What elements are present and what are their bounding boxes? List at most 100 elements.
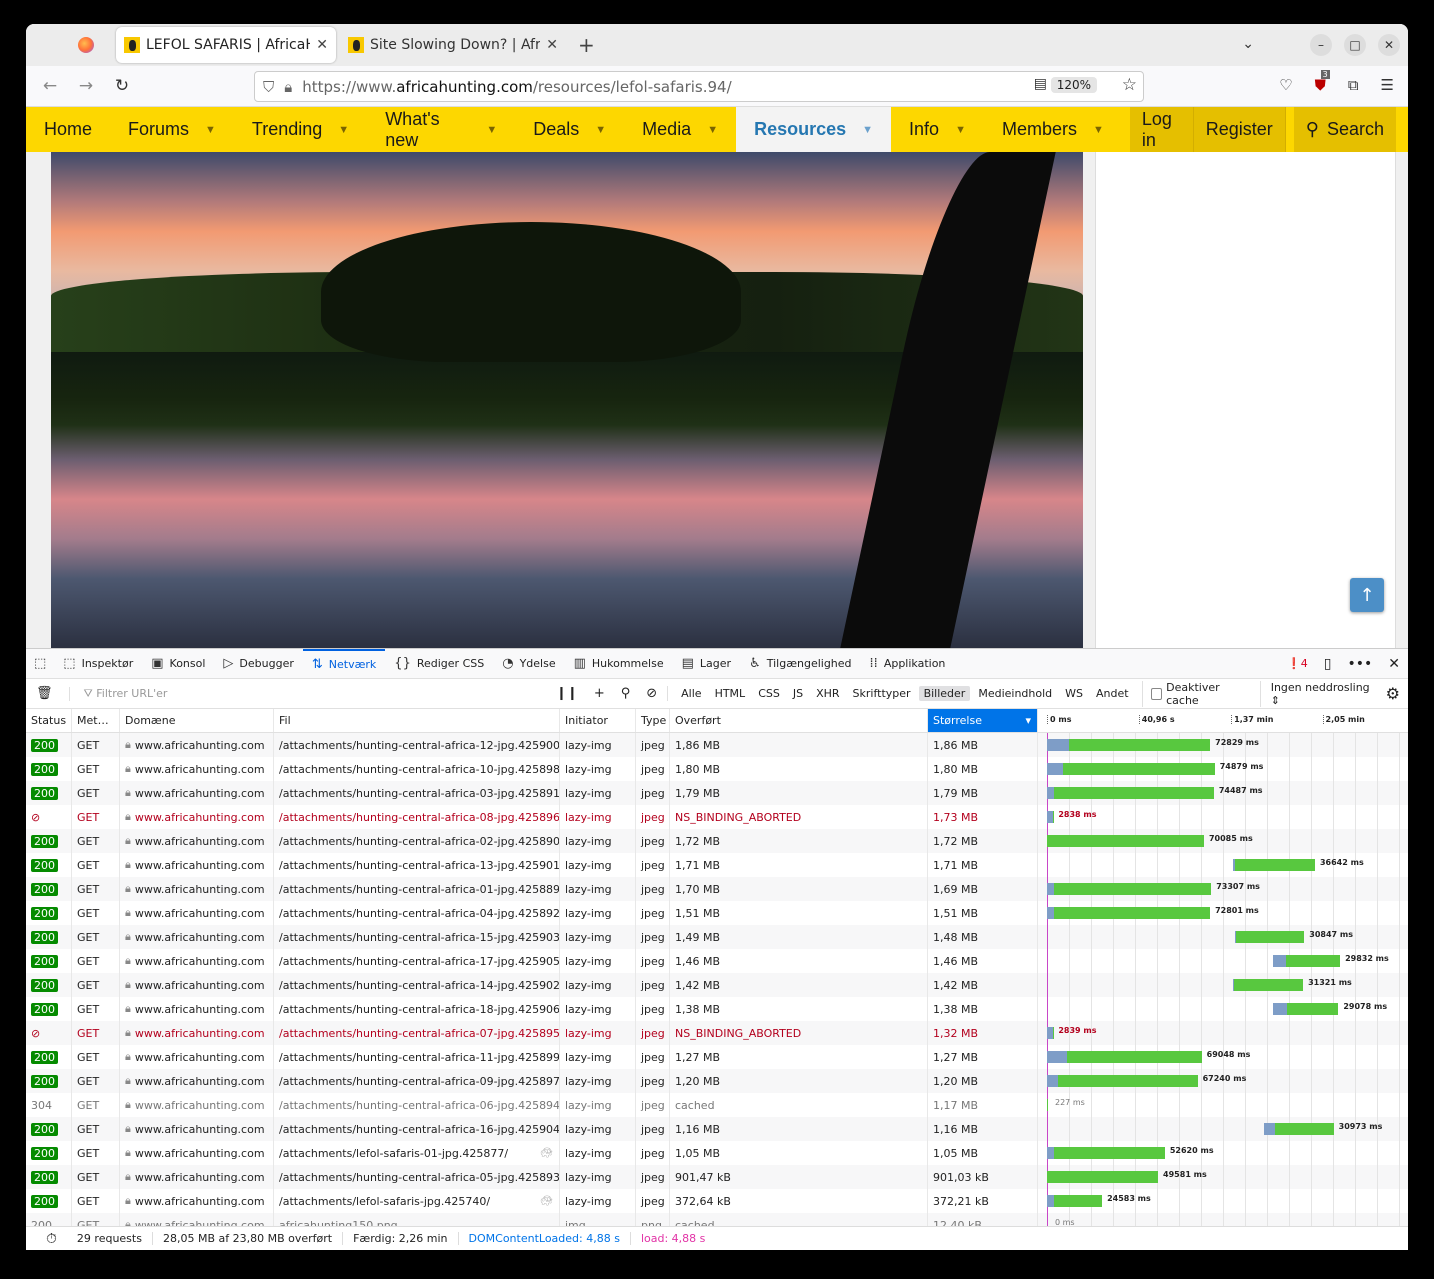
- column-header-3[interactable]: Fil: [274, 709, 560, 732]
- request-row[interactable]: 200 GET 🔒︎ www.africahunting.com/attachment…: [26, 853, 1408, 877]
- minimize-button[interactable]: –: [1310, 34, 1332, 56]
- column-header-6[interactable]: Overført: [670, 709, 928, 732]
- tab-lefol-safaris[interactable]: LEFOL SAFARIS | AfricaHunting ✕: [116, 27, 336, 63]
- search-icon[interactable]: ⚲: [621, 686, 631, 701]
- firefox-icon[interactable]: [78, 37, 94, 53]
- request-row[interactable]: 200 GET 🔒︎ www.africahunting.com/attachment…: [26, 973, 1408, 997]
- menu-item-deals[interactable]: Deals ▼: [515, 107, 624, 152]
- dropdown-caret-icon[interactable]: ▼: [955, 124, 966, 136]
- devtools-tab-7[interactable]: ▤ Lager: [673, 649, 740, 679]
- devtools-tab-0[interactable]: ⬚ Inspektør: [54, 649, 142, 679]
- column-header-7[interactable]: Størrelse ▾: [928, 709, 1038, 732]
- menu-item-media[interactable]: Media ▼: [624, 107, 736, 152]
- request-row[interactable]: 200 GET 🔒︎ www.africahunting.com/attachment…: [26, 829, 1408, 853]
- request-row[interactable]: 304 GET 🔒︎ www.africahunting.com/attachment…: [26, 1093, 1408, 1117]
- request-row[interactable]: 200 GET 🔒︎ www.africahunting.com/attachment…: [26, 901, 1408, 925]
- pause-icon[interactable]: ❙❙: [556, 686, 578, 701]
- filter-ws[interactable]: WS: [1060, 686, 1088, 701]
- dropdown-caret-icon[interactable]: ▼: [707, 124, 718, 136]
- register-button[interactable]: Register: [1194, 107, 1286, 152]
- devtools-tab-3[interactable]: ⇅ Netværk: [302, 648, 386, 679]
- back-button[interactable]: ←: [32, 76, 68, 96]
- add-icon[interactable]: +: [594, 686, 605, 701]
- pocket-icon[interactable]: ♡: [1279, 76, 1292, 94]
- forward-button[interactable]: →: [68, 76, 104, 96]
- reader-view-icon[interactable]: ▤: [1034, 76, 1047, 92]
- reload-button[interactable]: ↻: [104, 76, 140, 96]
- devtools-tab-4[interactable]: {} Rediger CSS: [385, 649, 493, 679]
- menu-item-info[interactable]: Info ▼: [891, 107, 984, 152]
- filter-medieindhold[interactable]: Medieindhold: [973, 686, 1057, 701]
- devtools-tab-1[interactable]: ▣ Konsol: [142, 649, 214, 679]
- filter-html[interactable]: HTML: [710, 686, 751, 701]
- search-button[interactable]: ⚲ Search: [1293, 107, 1396, 152]
- devtools-tab-8[interactable]: ♿︎ Tilgængelighed: [740, 649, 860, 679]
- request-row[interactable]: 200 GET 🔒︎ www.africahunting.com/attachment…: [26, 733, 1408, 757]
- request-row[interactable]: ⊘ GET 🔒︎ www.africahunting.com/attachments/…: [26, 1021, 1408, 1045]
- dropdown-caret-icon[interactable]: ▼: [862, 124, 873, 136]
- shield-icon[interactable]: ⛉: [263, 78, 274, 96]
- dropdown-caret-icon[interactable]: ▼: [486, 124, 497, 136]
- devtools-tab-9[interactable]: ⁞⁞ Applikation: [861, 649, 955, 679]
- extensions-icon[interactable]: ⧉: [1348, 76, 1359, 94]
- filter-billeder[interactable]: Billeder: [918, 686, 971, 701]
- block-icon[interactable]: ⊘: [646, 686, 657, 701]
- filter-xhr[interactable]: XHR: [811, 686, 844, 701]
- request-row[interactable]: 200 GET 🔒︎ www.africahunting.com/attachment…: [26, 949, 1408, 973]
- request-row[interactable]: 200 GET 🔒︎ www.africahunting.com/attachment…: [26, 1069, 1408, 1093]
- ublock-icon[interactable]: ⛊ 3: [1315, 70, 1330, 94]
- menu-item-forums[interactable]: Forums ▼: [110, 107, 234, 152]
- column-header-0[interactable]: Status: [26, 709, 72, 732]
- menu-item-what-s-new[interactable]: What's new ▼: [367, 107, 515, 152]
- request-row[interactable]: 200 GET 🔒︎ www.africahunting.com/attachment…: [26, 781, 1408, 805]
- devtools-tab-5[interactable]: ◔ Ydelse: [493, 649, 564, 679]
- column-header-1[interactable]: Met…: [72, 709, 120, 732]
- request-row[interactable]: 200 GET 🔒︎ www.africahunting.com/attachment…: [26, 1045, 1408, 1069]
- request-row[interactable]: 200 GET 🔒︎ www.africahunting.com/attachment…: [26, 1117, 1408, 1141]
- close-devtools-icon[interactable]: ✕: [1388, 656, 1400, 672]
- disable-cache-checkbox[interactable]: Deaktiver cache: [1141, 680, 1252, 707]
- devtools-tab-2[interactable]: ▷ Debugger: [214, 649, 302, 679]
- filter-css[interactable]: CSS: [753, 686, 785, 701]
- tab-site-slowing-down[interactable]: Site Slowing Down? | AfricaHunting ✕: [340, 27, 566, 63]
- menu-item-home[interactable]: Home: [26, 107, 110, 152]
- filter-urls-input[interactable]: ⛛ Filtrer URL'er: [68, 686, 549, 701]
- menu-item-trending[interactable]: Trending ▼: [234, 107, 367, 152]
- request-row[interactable]: 200 GET 🔒︎ www.africahunting.com/attachment…: [26, 1141, 1408, 1165]
- new-tab-button[interactable]: +: [578, 33, 595, 57]
- request-row[interactable]: ⊘ GET 🔒︎ www.africahunting.com/attachments/…: [26, 805, 1408, 829]
- menu-icon[interactable]: ☰: [1381, 76, 1394, 94]
- menu-item-resources[interactable]: Resources ▼: [736, 107, 892, 152]
- url-bar[interactable]: ⛉ 🔒︎ https://www.africahunting.com/resou…: [254, 71, 1144, 102]
- dropdown-caret-icon[interactable]: ▼: [1093, 124, 1104, 136]
- clear-trash-icon[interactable]: 🗑︎: [36, 686, 53, 701]
- column-header-4[interactable]: Initiator: [560, 709, 636, 732]
- responsive-design-icon[interactable]: ▯: [1324, 656, 1332, 672]
- request-row[interactable]: 200 GET 🔒︎ www.africahunting.com/attachment…: [26, 997, 1408, 1021]
- settings-gear-icon[interactable]: ⚙: [1386, 684, 1400, 703]
- waterfall-header[interactable]: 0 ms 40,96 s 1,37 min 2,05 min: [1038, 709, 1408, 732]
- request-row[interactable]: 200 GET 🔒︎ www.africahunting.com/attachment…: [26, 925, 1408, 949]
- more-options-icon[interactable]: •••: [1347, 656, 1372, 672]
- dropdown-caret-icon[interactable]: ▼: [338, 124, 349, 136]
- column-header-5[interactable]: Type: [636, 709, 670, 732]
- column-header-2[interactable]: Domæne: [120, 709, 274, 732]
- request-row[interactable]: 200 GET 🔒︎ www.africahunting.com/attachment…: [26, 757, 1408, 781]
- dropdown-caret-icon[interactable]: ▼: [595, 124, 606, 136]
- tab-list-chevron-icon[interactable]: ⌄: [1242, 36, 1254, 52]
- close-window-button[interactable]: ✕: [1378, 34, 1400, 56]
- menu-item-members[interactable]: Members ▼: [984, 107, 1122, 152]
- error-count[interactable]: ❗4: [1287, 657, 1308, 670]
- request-row[interactable]: 200 GET 🔒︎ www.africahunting.com/attachment…: [26, 1165, 1408, 1189]
- filter-skrifttyper[interactable]: Skrifttyper: [848, 686, 916, 701]
- request-row[interactable]: 200 GET 🔒︎ www.africahunting.com/attachment…: [26, 877, 1408, 901]
- element-picker-icon[interactable]: ⬚: [34, 656, 54, 671]
- filter-andet[interactable]: Andet: [1091, 686, 1134, 701]
- devtools-tab-6[interactable]: ▥ Hukommelse: [565, 649, 673, 679]
- dropdown-caret-icon[interactable]: ▼: [205, 124, 216, 136]
- scroll-to-top-button[interactable]: ↑: [1350, 578, 1384, 612]
- close-tab-icon[interactable]: ✕: [546, 37, 558, 53]
- request-row[interactable]: 200 GET 🔒︎ www.africahunting.com africahunti…: [26, 1213, 1408, 1227]
- zoom-level-button[interactable]: 120%: [1050, 77, 1097, 93]
- filter-js[interactable]: JS: [788, 686, 808, 701]
